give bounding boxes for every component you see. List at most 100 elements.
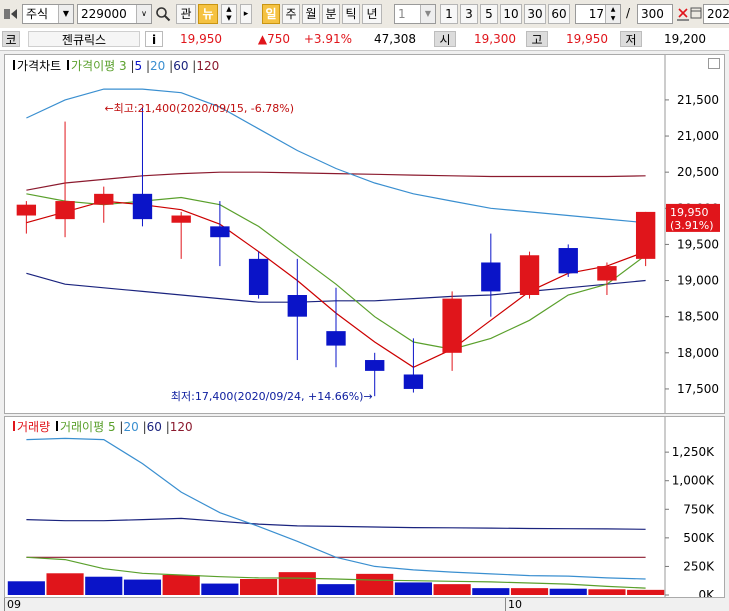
display-count-input[interactable]: 17 ▲ ▼: [575, 4, 621, 24]
unit-30-button[interactable]: 30: [524, 4, 546, 24]
last-price-label: 19,950: [670, 206, 709, 219]
count-spinner-icon[interactable]: ▲ ▼: [605, 5, 620, 23]
volume-bar: [7, 581, 45, 595]
low-price: 19,200: [664, 32, 706, 46]
open-price: 19,300: [474, 32, 516, 46]
candle-body: [635, 211, 656, 259]
volume-bar: [123, 579, 162, 595]
volume-bar: [549, 588, 587, 595]
candle-body: [597, 266, 617, 281]
volume-bar: [356, 573, 394, 595]
date-input[interactable]: 2020: [703, 4, 729, 24]
panel-toggle-icon[interactable]: [3, 7, 19, 21]
ma120-line: [26, 171, 646, 191]
current-price: 19,950: [180, 32, 222, 46]
code-label: 코: [2, 31, 20, 47]
period-year-button[interactable]: 년: [362, 4, 382, 24]
unit-select[interactable]: 1 ▼: [394, 4, 436, 24]
volume-bar: [85, 576, 123, 595]
volume-ma20-line: [26, 437, 646, 580]
candle-body: [481, 262, 501, 292]
last-price-pct-label: (3.91%): [670, 219, 714, 232]
volume-bar: [278, 572, 316, 595]
period-month-button[interactable]: 월: [302, 4, 320, 24]
volume-bar: [433, 584, 471, 595]
candle-body: [16, 204, 37, 216]
candle-body: [519, 255, 540, 295]
expand-icon[interactable]: ▸: [240, 4, 252, 24]
candle-body: [403, 374, 424, 389]
candle-body: [132, 193, 153, 220]
volume-bar: [394, 582, 432, 595]
volume-bar: [588, 589, 626, 595]
high-label: 고: [526, 31, 548, 47]
unit-10-button[interactable]: 10: [500, 4, 522, 24]
volume-tick-label: 750K: [683, 502, 715, 516]
total-count-input[interactable]: 300: [637, 4, 673, 24]
candle-body: [558, 248, 578, 274]
period-week-button[interactable]: 주: [282, 4, 300, 24]
price-tick-label: 21,500: [677, 93, 719, 107]
reset-icon[interactable]: [676, 5, 690, 23]
market-select-value: 주식: [26, 7, 49, 21]
max-price-note: ←최고:21,400(2020/09/15, -6.78%): [104, 102, 294, 115]
price-chart-panel[interactable]: 가격차트 가격이평 3 |5 |20 |60 |120 17,500 18,000…: [4, 54, 725, 414]
unit-1-button[interactable]: 1: [440, 4, 458, 24]
chevron-down-icon[interactable]: ▼: [58, 5, 73, 23]
unit-60-button[interactable]: 60: [548, 4, 570, 24]
price-tick-label: 21,000: [677, 129, 719, 143]
display-count-value: 17: [588, 7, 604, 21]
price-tick-label: 20,500: [677, 165, 719, 179]
volume-bar: [510, 588, 549, 595]
volume-ma60-line: [26, 517, 646, 530]
volume-bar: [162, 575, 200, 595]
chevron-down-icon[interactable]: ▼: [420, 5, 435, 23]
price-chart-svg: 17,50018,00018,50019,00019,50020,00020,5…: [16, 55, 720, 413]
volume-bar: [240, 579, 278, 595]
market-select[interactable]: 주식 ▼: [22, 4, 74, 24]
date-value: 2020: [707, 7, 729, 21]
candle-body: [94, 193, 114, 205]
unit-select-value: 1: [398, 7, 406, 21]
volume-tick-label: 0K: [698, 588, 715, 597]
toolbar: 주식 ▼ 229000 ∨ 관 뉴 ▲ ▼ ▸ 일 주 월 분 틱 년 1 ▼ 1…: [0, 0, 729, 29]
info-button[interactable]: i: [145, 31, 163, 47]
unit-5-button[interactable]: 5: [480, 4, 498, 24]
stock-code-input[interactable]: 229000 ∨: [77, 4, 152, 24]
candle-body: [442, 298, 462, 353]
candle-body: [55, 201, 75, 220]
chevron-down-icon[interactable]: ∨: [136, 5, 151, 23]
period-minute-button[interactable]: 분: [322, 4, 340, 24]
stock-name: 젠큐릭스: [28, 31, 140, 47]
low-label: 저: [620, 31, 642, 47]
volume-chart-panel[interactable]: 거래량 거래이평 5 |20 |60 |120 0K 250K 500K 750K 1,…: [4, 416, 725, 598]
favorite-button[interactable]: 관: [176, 4, 196, 24]
open-label: 시: [434, 31, 456, 47]
volume-bar: [46, 573, 84, 595]
volume-bar: [317, 584, 355, 595]
candle-body: [248, 258, 269, 295]
volume-tick-label: 500K: [683, 531, 715, 545]
calendar-icon[interactable]: [690, 6, 702, 20]
candle-body: [326, 331, 346, 346]
volume-tick-label: 250K: [683, 559, 715, 573]
volume-tick-label: 1,000K: [672, 474, 715, 488]
trade-volume: 47,308: [374, 32, 416, 46]
slash-label: /: [626, 6, 631, 20]
x-axis-label: 10: [505, 598, 522, 611]
high-price: 19,950: [566, 32, 608, 46]
news-button[interactable]: 뉴: [198, 4, 218, 24]
unit-3-button[interactable]: 3: [460, 4, 478, 24]
search-icon[interactable]: [155, 6, 171, 22]
volume-chart-svg: 0K 250K 500K 750K 1,000K 1,250K: [7, 417, 715, 597]
x-axis: 09 10: [0, 598, 729, 611]
price-info-bar: 코 젠큐릭스 i 19,950 ▲750 +3.91% 47,308 시 19,…: [0, 28, 729, 51]
x-axis-label: 09: [4, 598, 21, 611]
price-tick-label: 18,000: [677, 346, 719, 360]
candle-body: [287, 295, 307, 317]
period-tick-button[interactable]: 틱: [342, 4, 360, 24]
period-day-button[interactable]: 일: [262, 4, 280, 24]
up-down-spinner[interactable]: ▲ ▼: [221, 4, 237, 24]
volume-bar: [472, 588, 510, 595]
price-change-pct: +3.91%: [303, 32, 352, 46]
